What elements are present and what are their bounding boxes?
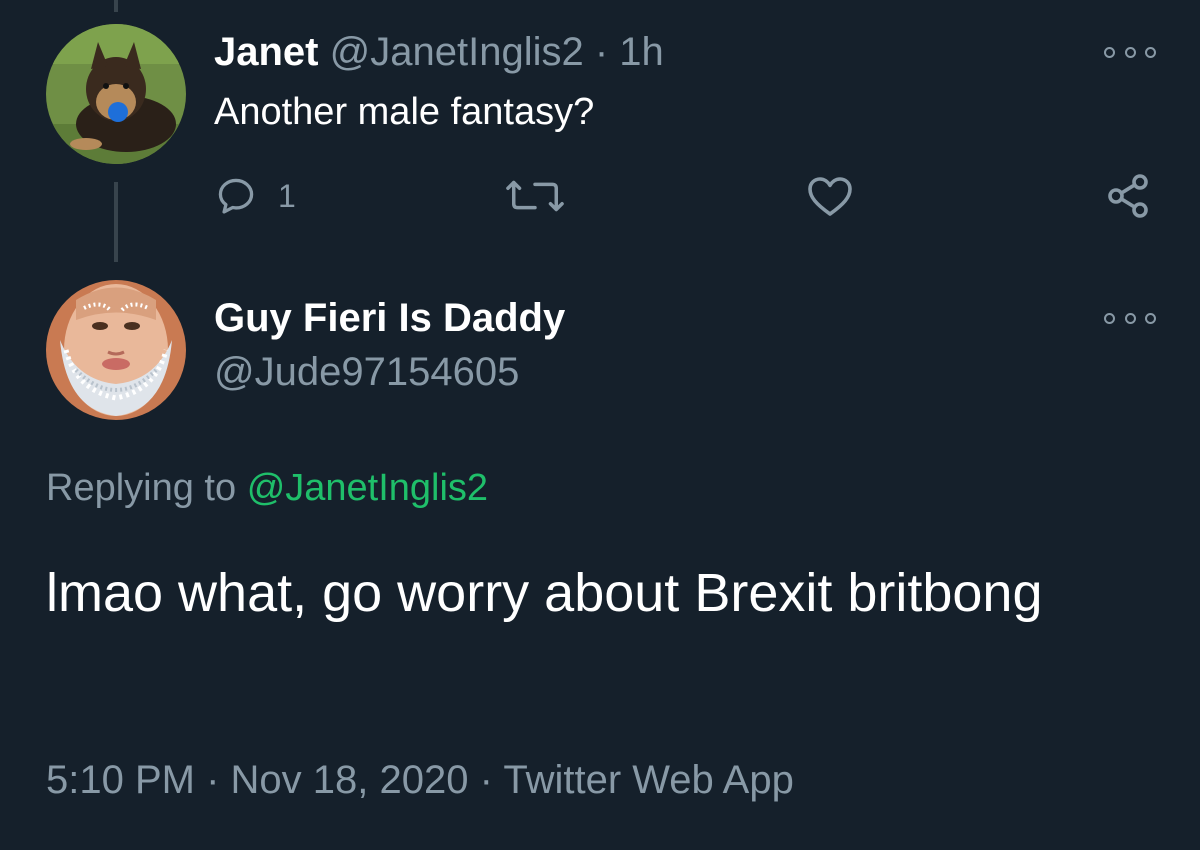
- share-icon: [1108, 174, 1148, 218]
- reply-user-handle[interactable]: @Jude97154605: [214, 348, 519, 396]
- dog-avatar[interactable]: [46, 24, 186, 164]
- thread-connector: [114, 182, 118, 262]
- retweet-button[interactable]: [506, 170, 564, 222]
- user-handle[interactable]: @JanetInglis2: [330, 30, 584, 74]
- replying-to: Replying to @JanetInglis2: [46, 464, 488, 512]
- reply-button[interactable]: 1: [214, 170, 296, 222]
- tweet-timestamp[interactable]: 5:10 PM: [46, 758, 195, 802]
- more-icon[interactable]: [1104, 306, 1156, 330]
- reply-count: 1: [278, 177, 296, 214]
- mention-link[interactable]: @JanetInglis2: [247, 467, 488, 509]
- retweet-icon: [506, 180, 564, 212]
- more-icon[interactable]: [1104, 40, 1156, 64]
- tweet-source[interactable]: Twitter Web App: [503, 758, 794, 802]
- reply-tweet-text: lmao what, go worry about Brexit britbon…: [46, 563, 1043, 623]
- separator-dot: ·: [206, 758, 220, 802]
- tweet-time[interactable]: 1h: [619, 30, 664, 74]
- tweet-date[interactable]: Nov 18, 2020: [231, 758, 469, 802]
- reply-icon: [218, 178, 254, 214]
- tweet-header: Janet @JanetInglis2 · 1h: [214, 28, 664, 76]
- reply-display-name[interactable]: Guy Fieri Is Daddy: [214, 294, 565, 342]
- tweet-meta: 5:10 PM · Nov 18, 2020 · Twitter Web App: [46, 756, 794, 804]
- separator-dot: ·: [479, 758, 493, 802]
- like-button[interactable]: [806, 170, 854, 222]
- share-button[interactable]: [1104, 170, 1152, 222]
- like-icon: [808, 177, 852, 216]
- separator-dot: ·: [594, 30, 609, 74]
- tweet-text: Another male fantasy?: [214, 91, 595, 133]
- display-name[interactable]: Janet: [214, 30, 319, 74]
- tweet-thread: Janet @JanetInglis2 · 1h Another male fa…: [0, 0, 1200, 850]
- replying-label: Replying to: [46, 467, 237, 509]
- jeweled-beard-avatar[interactable]: [46, 280, 186, 420]
- thread-connector-top: [114, 0, 118, 12]
